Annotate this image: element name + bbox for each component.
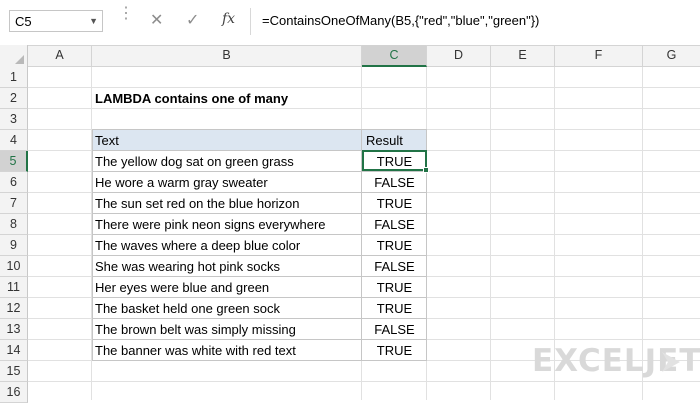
row-header-1[interactable]: 1 — [0, 67, 28, 88]
header-text: Text — [95, 133, 119, 148]
header-result: Result — [366, 133, 403, 148]
row-header-5[interactable]: 5 — [0, 151, 28, 172]
formula-bar-divider — [250, 8, 251, 35]
text-cell[interactable]: The basket held one green sock — [95, 298, 280, 319]
result-cell[interactable]: TRUE — [362, 277, 427, 298]
fill-handle[interactable] — [423, 167, 429, 173]
row-header-11[interactable]: 11 — [0, 277, 28, 298]
active-cell-selection[interactable] — [362, 150, 427, 171]
result-cell[interactable]: FALSE — [362, 319, 427, 340]
insert-function-icon[interactable]: fx — [222, 11, 235, 27]
row-header-6[interactable]: 6 — [0, 172, 28, 193]
text-cell[interactable]: She was wearing hot pink socks — [95, 256, 280, 277]
result-cell[interactable]: TRUE — [362, 235, 427, 256]
table-header-cell[interactable] — [92, 129, 362, 151]
result-cell[interactable]: FALSE — [362, 256, 427, 277]
sheet-title[interactable]: LAMBDA contains one of many — [95, 88, 288, 109]
text-cell[interactable]: The banner was white with red text — [95, 340, 296, 361]
text-cell[interactable]: The brown belt was simply missing — [95, 319, 296, 340]
grid-line — [28, 381, 700, 382]
row-header-4[interactable]: 4 — [0, 130, 28, 151]
column-header-g[interactable]: G — [643, 45, 700, 67]
result-cell[interactable]: TRUE — [362, 340, 427, 361]
row-header-9[interactable]: 9 — [0, 235, 28, 256]
row-header-2[interactable]: 2 — [0, 88, 28, 109]
text-cell[interactable]: Her eyes were blue and green — [95, 277, 269, 298]
row-header-13[interactable]: 13 — [0, 319, 28, 340]
column-header-e[interactable]: E — [491, 45, 555, 67]
text-cell[interactable]: He wore a warm gray sweater — [95, 172, 268, 193]
cancel-icon[interactable]: ✕ — [150, 10, 163, 30]
result-cell[interactable]: TRUE — [362, 298, 427, 319]
select-all-button[interactable] — [0, 45, 28, 67]
row-header-15[interactable]: 15 — [0, 361, 28, 382]
column-header-b[interactable]: B — [92, 45, 362, 67]
name-box-value: C5 — [15, 14, 32, 29]
column-header-d[interactable]: D — [427, 45, 491, 67]
row-header-10[interactable]: 10 — [0, 256, 28, 277]
result-cell[interactable]: FALSE — [362, 214, 427, 235]
row-header-14[interactable]: 14 — [0, 340, 28, 361]
formula-input[interactable]: =ContainsOneOfMany(B5,{"red","blue","gre… — [262, 13, 539, 28]
text-cell[interactable]: The waves where a deep blue color — [95, 235, 300, 256]
formula-bar: C5 ▼ ⋮ ✕ ✓ fx =ContainsOneOfMany(B5,{"re… — [0, 0, 700, 43]
text-cell[interactable]: The yellow dog sat on green grass — [95, 151, 294, 172]
result-cell[interactable]: FALSE — [362, 172, 427, 193]
text-cell[interactable]: The sun set red on the blue horizon — [95, 193, 300, 214]
text-cell[interactable]: There were pink neon signs everywhere — [95, 214, 326, 235]
column-header-c[interactable]: C — [362, 45, 427, 67]
exceljet-logo-icon — [662, 352, 680, 372]
row-header-7[interactable]: 7 — [0, 193, 28, 214]
select-all-icon — [15, 55, 24, 64]
chevron-down-icon[interactable]: ▼ — [89, 16, 98, 26]
row-header-3[interactable]: 3 — [0, 109, 28, 130]
result-cell[interactable]: TRUE — [362, 193, 427, 214]
row-header-8[interactable]: 8 — [0, 214, 28, 235]
name-box[interactable]: C5 ▼ — [9, 10, 103, 32]
column-header-a[interactable]: A — [28, 45, 92, 67]
formula-bar-grip-icon: ⋮ — [118, 5, 134, 22]
column-header-f[interactable]: F — [555, 45, 643, 67]
row-header-12[interactable]: 12 — [0, 298, 28, 319]
enter-icon[interactable]: ✓ — [186, 10, 199, 30]
